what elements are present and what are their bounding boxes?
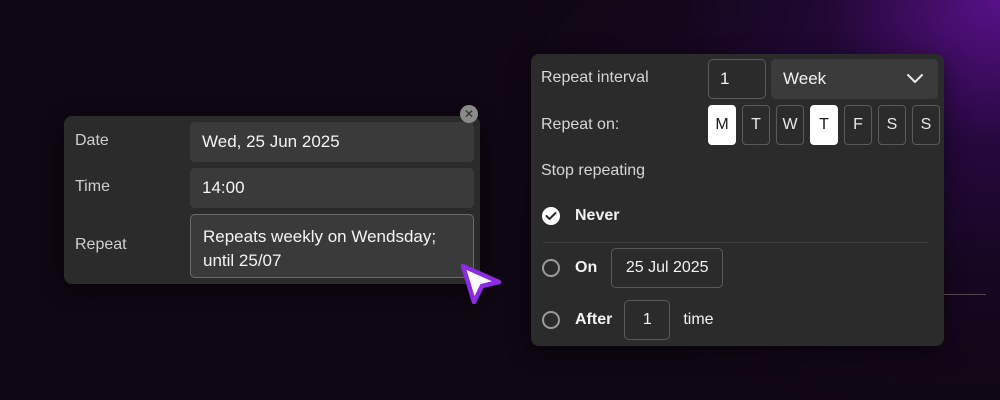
time-field[interactable]: 14:00 — [190, 168, 474, 208]
repeat-interval-input[interactable]: 1 — [708, 59, 766, 99]
option-never-label: Never — [575, 207, 620, 224]
date-label: Date — [75, 132, 109, 149]
repeat-field[interactable]: Repeats weekly on Wendsday; until 25/07 — [190, 214, 474, 278]
radio-after[interactable] — [542, 311, 560, 329]
day-toggle-thursday[interactable]: T — [810, 105, 838, 145]
repeat-interval-label: Repeat interval — [541, 69, 649, 86]
repeat-unit-select[interactable]: Week — [771, 59, 938, 99]
occurrence-suffix: time — [683, 311, 714, 328]
repeat-unit-value: Week — [783, 69, 827, 88]
pointer-cursor-icon — [460, 263, 502, 305]
day-toggle-friday[interactable]: F — [844, 105, 872, 145]
stop-repeating-label: Stop repeating — [541, 162, 646, 179]
repeat-label: Repeat — [75, 236, 127, 253]
option-after[interactable]: After 1 time — [542, 300, 714, 340]
time-label: Time — [75, 178, 110, 195]
day-toggle-wednesday[interactable]: W — [776, 105, 804, 145]
check-icon — [545, 212, 557, 220]
event-card: Date Wed, 25 Jun 2025 Time 14:00 Repeat … — [64, 116, 480, 284]
repeat-settings-panel: Repeat interval 1 Week Repeat on: M T W … — [531, 54, 944, 346]
radio-on-date[interactable] — [542, 259, 560, 277]
radio-never[interactable] — [542, 207, 560, 225]
day-toggle-saturday[interactable]: S — [878, 105, 906, 145]
day-toggle-sunday[interactable]: S — [912, 105, 940, 145]
date-field[interactable]: Wed, 25 Jun 2025 — [190, 122, 474, 162]
day-toggle-monday[interactable]: M — [708, 105, 736, 145]
close-icon[interactable]: ✕ — [460, 105, 478, 123]
occurrence-count-input[interactable]: 1 — [624, 300, 671, 340]
option-after-label: After — [575, 311, 613, 328]
day-toggle-tuesday[interactable]: T — [742, 105, 770, 145]
chevron-down-icon — [907, 74, 923, 83]
decorative-line — [944, 294, 986, 295]
option-on-label: On — [575, 259, 598, 276]
option-on-date[interactable]: On 25 Jul 2025 — [542, 248, 724, 288]
option-never[interactable]: Never — [542, 207, 619, 225]
divider — [543, 242, 928, 243]
weekday-selector: M T W T F S S — [708, 105, 940, 145]
repeat-on-label: Repeat on: — [541, 116, 620, 133]
end-date-input[interactable]: 25 Jul 2025 — [611, 248, 724, 288]
